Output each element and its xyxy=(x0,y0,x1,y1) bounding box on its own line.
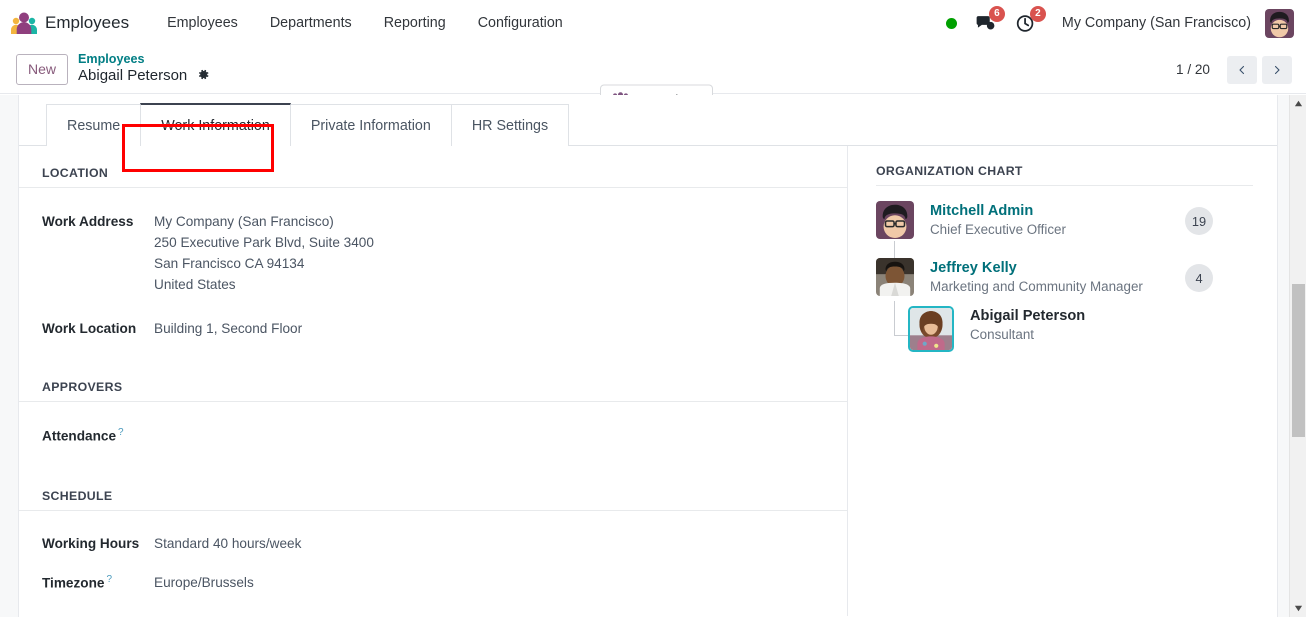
online-status-dot xyxy=(945,17,957,29)
record-sheet: Resume Work Information Private Informat… xyxy=(18,95,1278,617)
org-node-info: Abigail Peterson Consultant xyxy=(954,306,1277,344)
field-label-work-address: Work Address xyxy=(42,214,134,229)
company-switcher[interactable]: My Company (San Francisco) xyxy=(1062,15,1251,31)
app-title: Employees xyxy=(45,13,130,32)
org-node-name[interactable]: Jeffrey Kelly xyxy=(930,259,1185,278)
field-timezone: Timezone? Europe/Brussels xyxy=(19,572,847,594)
gear-icon[interactable] xyxy=(197,68,210,87)
nav-item-employees[interactable]: Employees xyxy=(151,9,254,37)
org-node-role: Chief Executive Officer xyxy=(930,221,1066,237)
activities-badge-count: 2 xyxy=(1029,5,1046,22)
work-address-line-1: My Company (San Francisco) xyxy=(154,214,334,229)
work-information-panel: LOCATION Work Address My Company (San Fr… xyxy=(19,146,848,616)
field-attendance: Attendance? xyxy=(19,425,847,447)
chevron-right-icon xyxy=(1274,65,1280,74)
org-node-mitchell-admin[interactable]: Mitchell Admin Chief Executive Officer 1… xyxy=(876,201,1277,239)
org-node-info: Mitchell Admin Chief Executive Officer xyxy=(914,201,1185,239)
control-panel: New Employees Abigail Peterson 1 / 20 xyxy=(0,46,1306,116)
attendance-help-icon[interactable]: ? xyxy=(118,427,124,438)
tab-hr-settings[interactable]: HR Settings xyxy=(450,104,570,146)
field-value-working-hours[interactable]: Standard 40 hours/week xyxy=(154,533,301,554)
nav-item-departments[interactable]: Departments xyxy=(254,9,368,37)
section-title-organization-chart: ORGANIZATION CHART xyxy=(876,164,1253,186)
tab-resume[interactable]: Resume xyxy=(46,104,142,146)
pager-previous-button[interactable] xyxy=(1227,55,1257,84)
nav-item-configuration[interactable]: Configuration xyxy=(462,9,579,37)
org-node-abigail-peterson[interactable]: Abigail Peterson Consultant xyxy=(876,306,1277,353)
messages-badge-count: 6 xyxy=(988,5,1005,22)
tab-work-information[interactable]: Work Information xyxy=(140,103,291,146)
scrollbar-thumb[interactable] xyxy=(1292,284,1305,437)
org-node-role: Marketing and Community Manager xyxy=(930,278,1143,294)
work-address-line-3: San Francisco CA 94134 xyxy=(154,256,305,272)
activities-button[interactable]: 2 xyxy=(1015,5,1046,34)
employees-app-icon[interactable] xyxy=(10,10,38,36)
org-chart-list: Mitchell Admin Chief Executive Officer 1… xyxy=(876,201,1277,353)
scroll-down-arrow[interactable] xyxy=(1290,600,1306,617)
work-address-line-2: 250 Executive Park Blvd, Suite 3400 xyxy=(154,235,374,251)
org-node-role: Consultant xyxy=(970,327,1035,343)
field-label-timezone: Timezone? xyxy=(42,572,154,594)
avatar-mitchell-admin xyxy=(876,201,914,239)
sheet-left-margin xyxy=(0,190,18,617)
tab-bar: Resume Work Information Private Informat… xyxy=(19,95,1277,146)
work-address-line-4: United States xyxy=(154,277,236,293)
field-label-attendance: Attendance? xyxy=(42,425,154,447)
pager-count: 1 / 20 xyxy=(1175,62,1210,77)
org-node-jeffrey-kelly[interactable]: Jeffrey Kelly Marketing and Community Ma… xyxy=(876,258,1277,297)
avatar[interactable] xyxy=(1265,8,1294,38)
org-node-info: Jeffrey Kelly Marketing and Community Ma… xyxy=(914,258,1185,296)
timezone-help-icon[interactable]: ? xyxy=(106,574,112,585)
field-label-working-hours: Working Hours xyxy=(42,535,140,551)
field-value-timezone[interactable]: Europe/Brussels xyxy=(154,572,254,594)
field-work-address: Work Address My Company (San Francisco) … xyxy=(19,211,847,295)
section-title-schedule: SCHEDULE xyxy=(19,489,847,511)
avatar-jeffrey-kelly xyxy=(876,258,914,297)
tab-private-information[interactable]: Private Information xyxy=(289,104,452,146)
org-connector-line-2 xyxy=(894,301,895,335)
pager-next-button[interactable] xyxy=(1262,55,1292,84)
field-working-hours: Working Hours Standard 40 hours/week xyxy=(19,533,847,554)
new-record-button[interactable]: New xyxy=(16,54,69,85)
field-label-timezone-text: Timezone xyxy=(42,575,105,591)
breadcrumb-parent-employees[interactable]: Employees xyxy=(78,52,210,67)
section-title-location: LOCATION xyxy=(19,166,847,188)
page-title: Abigail Peterson xyxy=(78,66,188,84)
org-node-name[interactable]: Mitchell Admin xyxy=(930,202,1185,221)
messages-button[interactable]: 6 xyxy=(974,5,1005,34)
top-navbar: Employees Employees Departments Reportin… xyxy=(0,0,1306,46)
org-node-subordinate-count[interactable]: 4 xyxy=(1185,264,1213,293)
form-body: LOCATION Work Address My Company (San Fr… xyxy=(19,146,1277,616)
main-nav-menu: Employees Departments Reporting Configur… xyxy=(151,9,579,37)
vertical-scrollbar[interactable] xyxy=(1289,95,1306,617)
navbar-right-cluster: 6 2 My Company (San Francisco) xyxy=(945,5,1294,38)
org-connector-line-3 xyxy=(894,335,909,336)
record-pager: 1 / 20 xyxy=(1175,55,1292,84)
chevron-left-icon xyxy=(1239,65,1245,74)
field-value-work-location[interactable]: Building 1, Second Floor xyxy=(154,318,302,339)
field-work-location: Work Location Building 1, Second Floor xyxy=(19,318,847,339)
field-label-work-location: Work Location xyxy=(42,321,137,337)
org-node-name: Abigail Peterson xyxy=(970,308,1086,325)
org-node-subordinate-count[interactable]: 19 xyxy=(1185,207,1213,235)
nav-item-reporting[interactable]: Reporting xyxy=(368,9,462,37)
avatar-abigail-peterson xyxy=(908,306,954,353)
field-value-work-address[interactable]: My Company (San Francisco) 250 Executive… xyxy=(154,211,374,295)
section-title-approvers: APPROVERS xyxy=(19,380,847,403)
content-area: Resume Work Information Private Informat… xyxy=(0,95,1306,617)
breadcrumb: Employees Abigail Peterson xyxy=(78,52,210,87)
field-label-attendance-text: Attendance xyxy=(42,428,117,444)
scroll-up-arrow[interactable] xyxy=(1290,95,1306,112)
organization-chart-panel: ORGANIZATION CHART Mitchell Admin Chief … xyxy=(848,146,1277,616)
